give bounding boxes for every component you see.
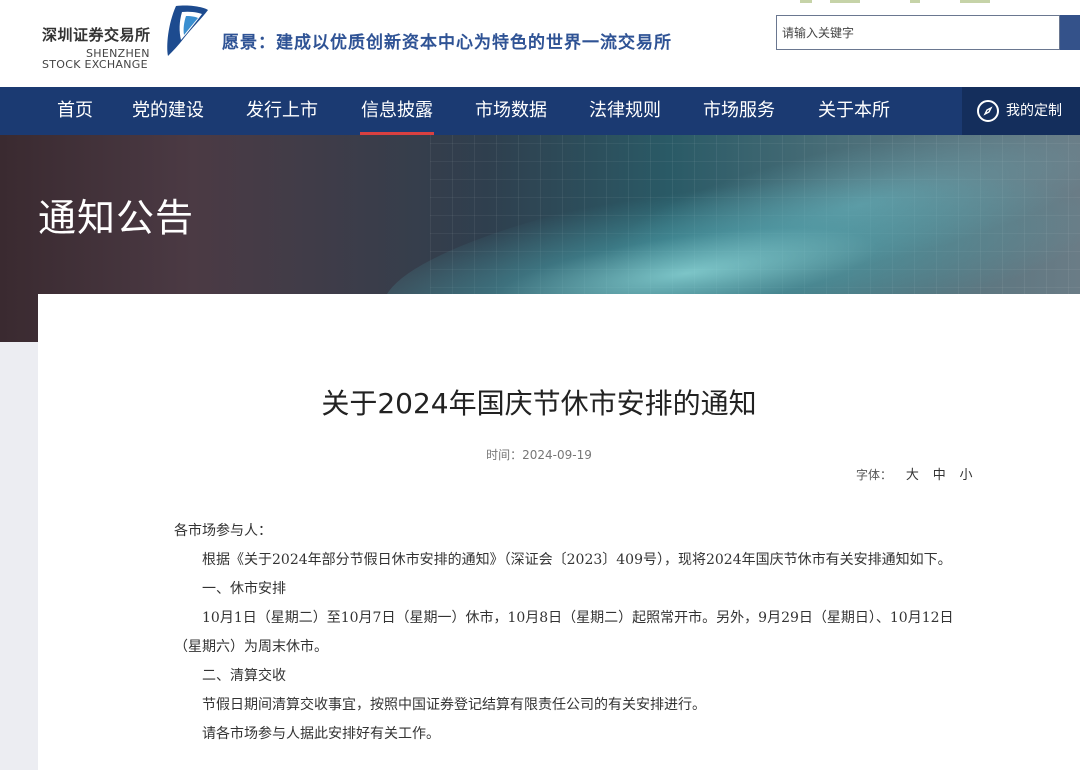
- font-size-label: 字体：: [856, 468, 893, 482]
- nav-item-about[interactable]: 关于本所: [817, 87, 891, 135]
- article-paragraph-continuation: （星期六）为周末休市。: [174, 639, 328, 655]
- font-size-large-button[interactable]: 大: [906, 468, 919, 483]
- search-input[interactable]: [777, 16, 1061, 49]
- logo-text-cn[interactable]: 深圳证券交易所: [42, 24, 151, 45]
- vision-slogan: 愿景：建成以优质创新资本中心为特色的世界一流交易所: [222, 33, 672, 53]
- article-paragraph: 请各市场参与人据此安排好有关工作。: [202, 726, 440, 742]
- article-paragraph: 根据《关于2024年部分节假日休市安排的通知》（深证会〔2023〕409号），现…: [202, 552, 952, 568]
- nav-item-listing[interactable]: 发行上市: [245, 87, 319, 135]
- article-paragraph: 节假日期间清算交收事宜，按照中国证券登记结算有限责任公司的有关安排进行。: [202, 697, 706, 713]
- font-size-small-button[interactable]: 小: [960, 468, 973, 483]
- nav-item-rules[interactable]: 法律规则: [588, 87, 662, 135]
- article-salutation: 各市场参与人：: [174, 523, 272, 539]
- my-custom-label: 我的定制: [1006, 103, 1062, 119]
- my-custom-button[interactable]: 我的定制: [962, 87, 1080, 135]
- nav-item-home[interactable]: 首页: [56, 87, 94, 135]
- article-card: 关于2024年国庆节休市安排的通知 时间：2024-09-19 字体： 大 中 …: [38, 294, 1080, 770]
- article-title: 关于2024年国庆节休市安排的通知: [321, 387, 757, 420]
- article-section-heading: 二、清算交收: [202, 668, 286, 684]
- page-title: 通知公告: [38, 196, 195, 240]
- font-size-switcher: 字体： 大 中 小: [856, 464, 983, 483]
- logo-text-en-line2: STOCK EXCHANGE: [42, 58, 148, 71]
- font-size-medium-button[interactable]: 中: [933, 468, 946, 483]
- top-decoration: [790, 0, 1020, 4]
- article-paragraph: 10月1日（星期二）至10月7日（星期一）休市，10月8日（星期二）起照常开市。…: [202, 610, 954, 626]
- nav-item-disclosure[interactable]: 信息披露: [360, 87, 434, 135]
- nav-item-market-data[interactable]: 市场数据: [474, 87, 548, 135]
- szse-logo-icon[interactable]: [162, 2, 212, 58]
- search-button[interactable]: [1060, 15, 1080, 50]
- nav-item-party-building[interactable]: 党的建设: [131, 87, 205, 135]
- nav-item-services[interactable]: 市场服务: [702, 87, 776, 135]
- compass-icon: [977, 100, 999, 122]
- article-section-heading: 一、休市安排: [202, 581, 286, 597]
- main-nav: 首页 党的建设 发行上市 信息披露 市场数据 法律规则 市场服务 关于本所 我的…: [0, 87, 1080, 135]
- site-header: 深圳证券交易所 SHENZHEN STOCK EXCHANGE 愿景：建成以优质…: [0, 0, 1080, 87]
- search-box: [776, 15, 1061, 50]
- article-date: 时间：2024-09-19: [486, 448, 592, 462]
